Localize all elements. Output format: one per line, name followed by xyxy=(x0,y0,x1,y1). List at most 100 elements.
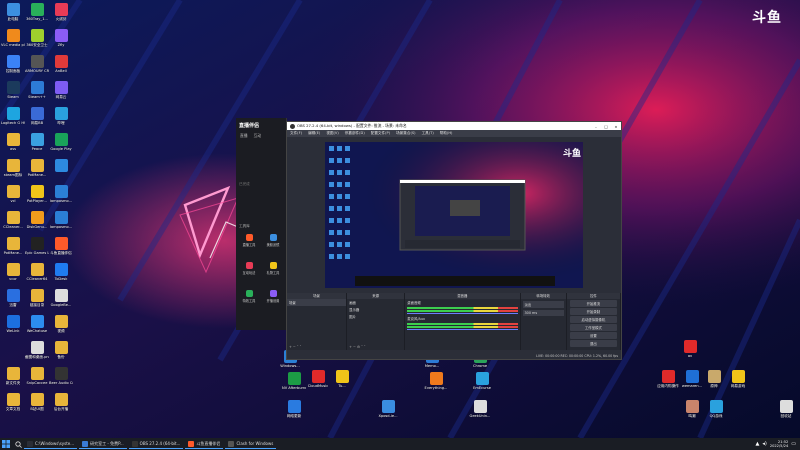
obs-control-button[interactable]: 开始推流 xyxy=(569,300,617,307)
desktop-icon[interactable]: QQ游戏 xyxy=(704,400,728,418)
volume-slider[interactable] xyxy=(407,329,518,330)
taskbar-item[interactable]: 研究室工 - 免费P... xyxy=(79,439,127,449)
desktop-icon[interactable]: 网络更新 xyxy=(282,400,306,418)
douyu-tool-button[interactable]: 互动玩法 xyxy=(238,262,260,275)
desktop-icon[interactable]: 360安全卫士 xyxy=(25,29,49,47)
desktop-icon[interactable]: 网易云 xyxy=(49,81,73,99)
desktop-icon[interactable]: Epic Games Launcher xyxy=(25,237,49,255)
start-button[interactable] xyxy=(0,438,12,450)
obs-control-button[interactable]: 开始录制 xyxy=(569,308,617,315)
desktop-icon[interactable]: 链接目录 xyxy=(25,289,49,307)
scenes-dock-toolbar[interactable]: + − ˄ ˅ xyxy=(287,344,303,350)
desktop-icon[interactable]: Peace xyxy=(25,133,49,151)
obs-menu-item[interactable]: 编辑(E) xyxy=(308,131,320,136)
desktop-icon[interactable]: 控制面板 xyxy=(1,55,25,73)
desktop-icon[interactable]: CCleaner... xyxy=(1,211,25,229)
desktop-icon[interactable]: GeekUnin... xyxy=(468,400,492,418)
douyu-tool-button[interactable]: 美颜滤镜 xyxy=(262,234,284,247)
volume-slider[interactable] xyxy=(407,313,518,314)
desktop-icon[interactable]: 360Tray_1... xyxy=(25,3,49,21)
close-icon[interactable]: × xyxy=(611,124,621,129)
desktop-icon[interactable]: 截图和桌面.png xyxy=(25,341,49,359)
desktop-icon[interactable]: 回收站 xyxy=(774,400,798,418)
desktop-icon[interactable]: 文章文档 xyxy=(1,393,25,411)
desktop-icon[interactable]: WeChatuse xyxy=(25,315,49,333)
desktop-icon[interactable]: EmEcurse xyxy=(470,372,494,390)
taskbar-item[interactable]: Clash for Windows xyxy=(225,439,277,449)
obs-menu-item[interactable]: 帮助(H) xyxy=(440,131,453,136)
desktop-icon[interactable]: 火绒剑 xyxy=(49,3,73,21)
sources-dock-toolbar[interactable]: + − ⚙ ˄ ˅ xyxy=(347,344,367,350)
desktop-icon[interactable]: WeLink xyxy=(1,315,25,333)
desktop-icon[interactable]: ToDesk xyxy=(49,263,73,281)
obs-titlebar[interactable]: OBS 27.2.4 (64-bit, windows) - 配置文件: 推流 … xyxy=(287,122,621,130)
douyu-tool-button[interactable]: 礼物工具 xyxy=(262,262,284,275)
desktop-icon[interactable]: 新文件夹 xyxy=(1,367,25,385)
desktop-icon[interactable]: Beer Audio Center xyxy=(49,367,73,385)
transition-type-select[interactable]: 淡出 xyxy=(522,301,564,308)
source-item[interactable]: 显示器 xyxy=(347,306,404,313)
maximize-icon[interactable]: □ xyxy=(601,124,611,129)
douyu-tool-button[interactable]: 开播设置 xyxy=(262,290,284,303)
desktop-icon[interactable]: 视频 xyxy=(49,315,73,333)
desktop-icon[interactable]: Steam xyxy=(1,81,25,99)
desktop-icon[interactable]: 此电脑 xyxy=(1,3,25,21)
desktop-icon[interactable]: NV Afterburner xyxy=(282,372,306,390)
obs-preview[interactable]: 斗鱼 xyxy=(325,142,583,288)
desktop-icon[interactable]: 应用内购操作 xyxy=(656,370,680,388)
desktop-icon[interactable]: 斗鱼直播伴侣 xyxy=(49,237,73,255)
obs-control-button[interactable]: 退出 xyxy=(569,340,617,347)
desktop-icon[interactable]: 后台开播 xyxy=(49,393,73,411)
desktop-icon[interactable]: 鸣潮 xyxy=(680,400,704,418)
desktop-icon[interactable] xyxy=(49,159,73,173)
douyu-companion-window[interactable]: 直播伴侣 直播 互动 已完成 工具库 直播工具 美颜滤镜 互动玩法 礼物工具 特效工具 开… xyxy=(236,118,287,330)
desktop-icon[interactable]: wemaren... xyxy=(680,370,704,388)
desktop-icon[interactable]: CloudMusic xyxy=(306,370,330,388)
desktop-icon[interactable]: lamposmo... xyxy=(49,211,73,229)
desktop-icon[interactable]: 原神 xyxy=(702,370,726,388)
douyu-tool-button[interactable]: 特效工具 xyxy=(238,290,260,303)
desktop-icon[interactable]: vcl xyxy=(1,185,25,203)
desktop-icon[interactable]: av xyxy=(678,340,702,358)
desktop-icon[interactable]: AnBell xyxy=(49,55,73,73)
obs-menu-item[interactable]: 文件(F) xyxy=(290,131,302,136)
volume-icon[interactable]: ◂) xyxy=(762,441,766,447)
desktop-icon[interactable]: Xposd-ie... xyxy=(376,400,400,418)
obs-menu-item[interactable]: 停靠部件(D) xyxy=(345,131,365,136)
desktop-icon[interactable]: ARMOURY CRATE xyxy=(25,55,49,73)
notification-icon[interactable]: ▭ xyxy=(791,441,796,447)
desktop-icon[interactable]: B站UI图 xyxy=(25,393,49,411)
desktop-icon[interactable]: Steam++ xyxy=(25,81,49,99)
source-item[interactable]: 画面 xyxy=(347,299,404,306)
desktop-icon[interactable]: Logitech G HUB xyxy=(1,107,25,125)
douyu-tool-button[interactable]: 直播工具 xyxy=(238,234,260,247)
desktop-icon[interactable]: 网易游戏 xyxy=(726,370,750,388)
minimize-icon[interactable]: – xyxy=(591,124,601,129)
search-button[interactable] xyxy=(12,438,24,450)
transition-duration-input[interactable]: 300 ms xyxy=(522,310,564,316)
desktop-icon[interactable]: steam图标 xyxy=(1,159,25,177)
obs-control-button[interactable]: 工作室模式 xyxy=(569,324,617,331)
desktop-icon[interactable]: CCleaner64 xyxy=(25,263,49,281)
obs-control-button[interactable]: 启动虚拟摄像机 xyxy=(569,316,617,323)
desktop-icon[interactable]: 备份 xyxy=(49,341,73,359)
source-item[interactable]: 图片 xyxy=(347,313,404,320)
obs-menu-item[interactable]: 配置文件(P) xyxy=(371,131,390,136)
desktop-icon[interactable]: lamposmo... xyxy=(49,185,73,203)
obs-menu-item[interactable]: 工具(T) xyxy=(422,131,434,136)
desktop-icon[interactable]: SnipCaccee xyxy=(25,367,49,385)
desktop-icon[interactable]: Zfly xyxy=(49,29,73,47)
desktop-icon[interactable]: GoogleBe... xyxy=(49,289,73,307)
douyu-tab-live[interactable]: 直播 xyxy=(240,133,248,139)
desktop-icon[interactable]: 迅雷 xyxy=(1,289,25,307)
desktop-icon[interactable]: Google Play xyxy=(49,133,73,151)
obs-menu-item[interactable]: 场景集合(S) xyxy=(396,131,415,136)
desktop-icon[interactable]: vcor xyxy=(1,263,25,281)
desktop-icon[interactable]: DiskGenu... xyxy=(25,211,49,229)
taskbar-item[interactable]: 斗鱼直播伴侣 xyxy=(185,439,224,449)
desktop-icon[interactable]: PotMane... xyxy=(25,159,49,177)
desktop-icon[interactable]: Tu... xyxy=(330,370,354,388)
network-icon[interactable]: ▲ xyxy=(756,441,760,447)
desktop-icon[interactable]: PotMane... xyxy=(1,237,25,255)
desktop-icon[interactable] xyxy=(1,341,25,355)
